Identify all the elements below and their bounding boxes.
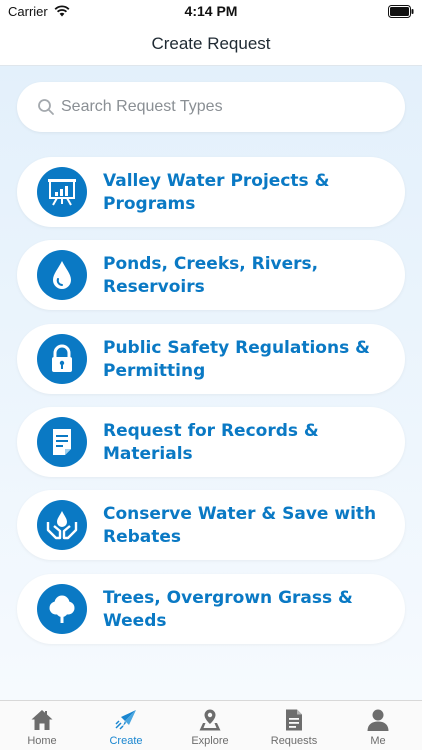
lock-icon <box>37 334 87 384</box>
presentation-chart-icon <box>37 167 87 217</box>
tab-label: Home <box>27 735 57 747</box>
document-icon <box>37 417 87 467</box>
request-type-valley-water-projects[interactable]: Valley Water Projects & Programs <box>17 157 405 227</box>
hands-drop-icon <box>37 500 87 550</box>
home-icon <box>31 710 53 730</box>
search-bar[interactable] <box>17 82 405 132</box>
tree-icon <box>37 584 87 634</box>
tab-explore[interactable]: Explore <box>168 701 252 750</box>
tab-label: Requests <box>270 735 318 747</box>
document-list-icon <box>286 709 302 731</box>
request-type-conserve-water[interactable]: Conserve Water & Save with Rebates <box>17 490 405 560</box>
navigation-bar: Create Request <box>0 24 422 66</box>
request-type-ponds-creeks[interactable]: Ponds, Creeks, Rivers, Reservoirs <box>17 240 405 310</box>
search-input[interactable] <box>61 82 391 132</box>
tab-label: Me <box>370 735 386 747</box>
tab-label: Create <box>109 735 143 747</box>
tab-home[interactable]: Home <box>0 701 84 750</box>
map-pin-icon <box>199 709 221 731</box>
request-type-public-safety[interactable]: Public Safety Regulations & Permitting <box>17 324 405 394</box>
request-types-list: Valley Water Projects & Programs Ponds, … <box>0 66 422 700</box>
tab-bar: Home Create Explore Requests Me <box>0 700 422 750</box>
tab-me[interactable]: Me <box>336 701 420 750</box>
request-type-label: Ponds, Creeks, Rivers, Reservoirs <box>103 254 319 297</box>
status-bar: Carrier 4:14 PM <box>0 0 422 24</box>
page-title: Create Request <box>151 34 271 53</box>
search-icon <box>38 99 54 115</box>
battery-icon <box>388 5 414 18</box>
tab-requests[interactable]: Requests <box>252 701 336 750</box>
status-time: 4:14 PM <box>184 3 238 19</box>
request-type-label: Valley Water Projects & Programs <box>103 171 330 214</box>
tab-create[interactable]: Create <box>84 701 168 750</box>
tab-label: Explore <box>191 735 229 747</box>
request-type-label: Public Safety Regulations & Permitting <box>103 338 370 381</box>
water-drop-icon <box>37 250 87 300</box>
request-type-label: Conserve Water & Save with Rebates <box>103 504 377 547</box>
request-type-records[interactable]: Request for Records & Materials <box>17 407 405 477</box>
user-icon <box>367 709 389 731</box>
request-type-trees-grass[interactable]: Trees, Overgrown Grass & Weeds <box>17 574 405 644</box>
request-type-label: Request for Records & Materials <box>103 421 319 464</box>
request-type-label: Trees, Overgrown Grass & Weeds <box>103 588 353 631</box>
paper-plane-icon <box>115 710 136 730</box>
